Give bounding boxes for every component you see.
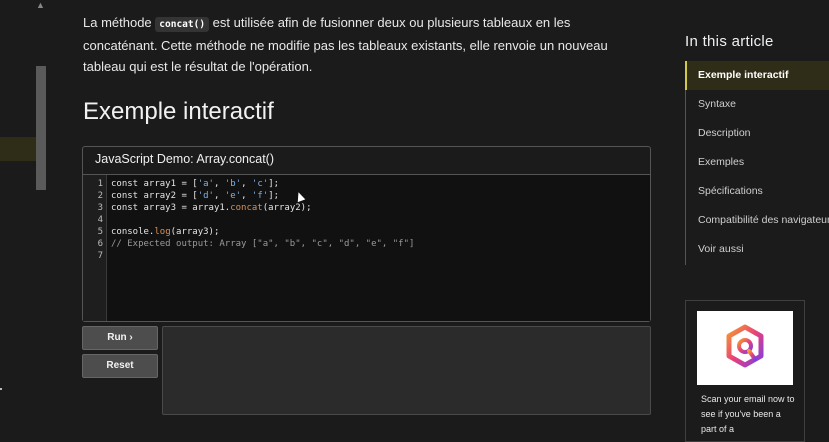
toc-title: In this article	[685, 33, 774, 50]
toc-item-compatibilite[interactable]: Compatibilité des navigateurs	[698, 214, 829, 226]
line-number: 5	[97, 227, 103, 237]
line-gutter: 1 2 3 4 5 6 7	[83, 175, 107, 321]
line-number: 1	[97, 179, 103, 189]
sidebar-active-item[interactable]	[0, 137, 36, 161]
code-editor[interactable]: 1 2 3 4 5 6 7 const array1 = ['a', 'b', …	[83, 175, 650, 321]
ad-image[interactable]	[697, 311, 793, 385]
line-number: 2	[97, 191, 103, 201]
toc-item-voir-aussi[interactable]: Voir aussi	[698, 243, 744, 255]
reset-button[interactable]: Reset	[82, 354, 158, 378]
line-number: 3	[97, 203, 103, 213]
code-line-2: const array2 = ['d', 'e', 'f'];	[111, 191, 280, 201]
console-output	[162, 326, 651, 415]
intro-text-start: La méthode	[83, 15, 156, 30]
interactive-demo: JavaScript Demo: Array.concat() 1 2 3 4 …	[82, 146, 651, 322]
code-line-3: const array3 = array1.concat(array2);	[111, 203, 312, 213]
demo-title: JavaScript Demo: Array.concat()	[95, 152, 274, 166]
toc-item-exemple-interactif[interactable]: Exemple interactif	[698, 69, 788, 81]
collapse-caret-icon[interactable]: ▲	[36, 0, 45, 10]
code-line-5: console.log(array3);	[111, 227, 220, 237]
inline-code-concat: concat()	[155, 17, 210, 32]
ad-text: Scan your email now to see if you've bee…	[701, 394, 795, 434]
code-line-1: const array1 = ['a', 'b', 'c'];	[111, 179, 280, 189]
toc-item-description[interactable]: Description	[698, 127, 751, 139]
intro-paragraph: La méthode concat() est utilisée afin de…	[83, 12, 643, 77]
line-number: 4	[97, 215, 103, 225]
line-number: 7	[97, 251, 103, 261]
toc-item-syntaxe[interactable]: Syntaxe	[698, 98, 736, 110]
toc-item-exemples[interactable]: Exemples	[698, 156, 744, 168]
run-button[interactable]: Run ›	[82, 326, 158, 350]
sidebar-scrollbar[interactable]	[36, 66, 46, 190]
line-number: 6	[97, 239, 103, 249]
toc-rail	[685, 61, 686, 265]
sidebar-dot	[0, 388, 2, 390]
toc-item-specifications[interactable]: Spécifications	[698, 185, 763, 197]
code-line-6: // Expected output: Array ["a", "b", "c"…	[111, 239, 415, 249]
section-heading: Exemple interactif	[83, 98, 274, 125]
hexagon-q-logo-icon	[726, 324, 764, 368]
